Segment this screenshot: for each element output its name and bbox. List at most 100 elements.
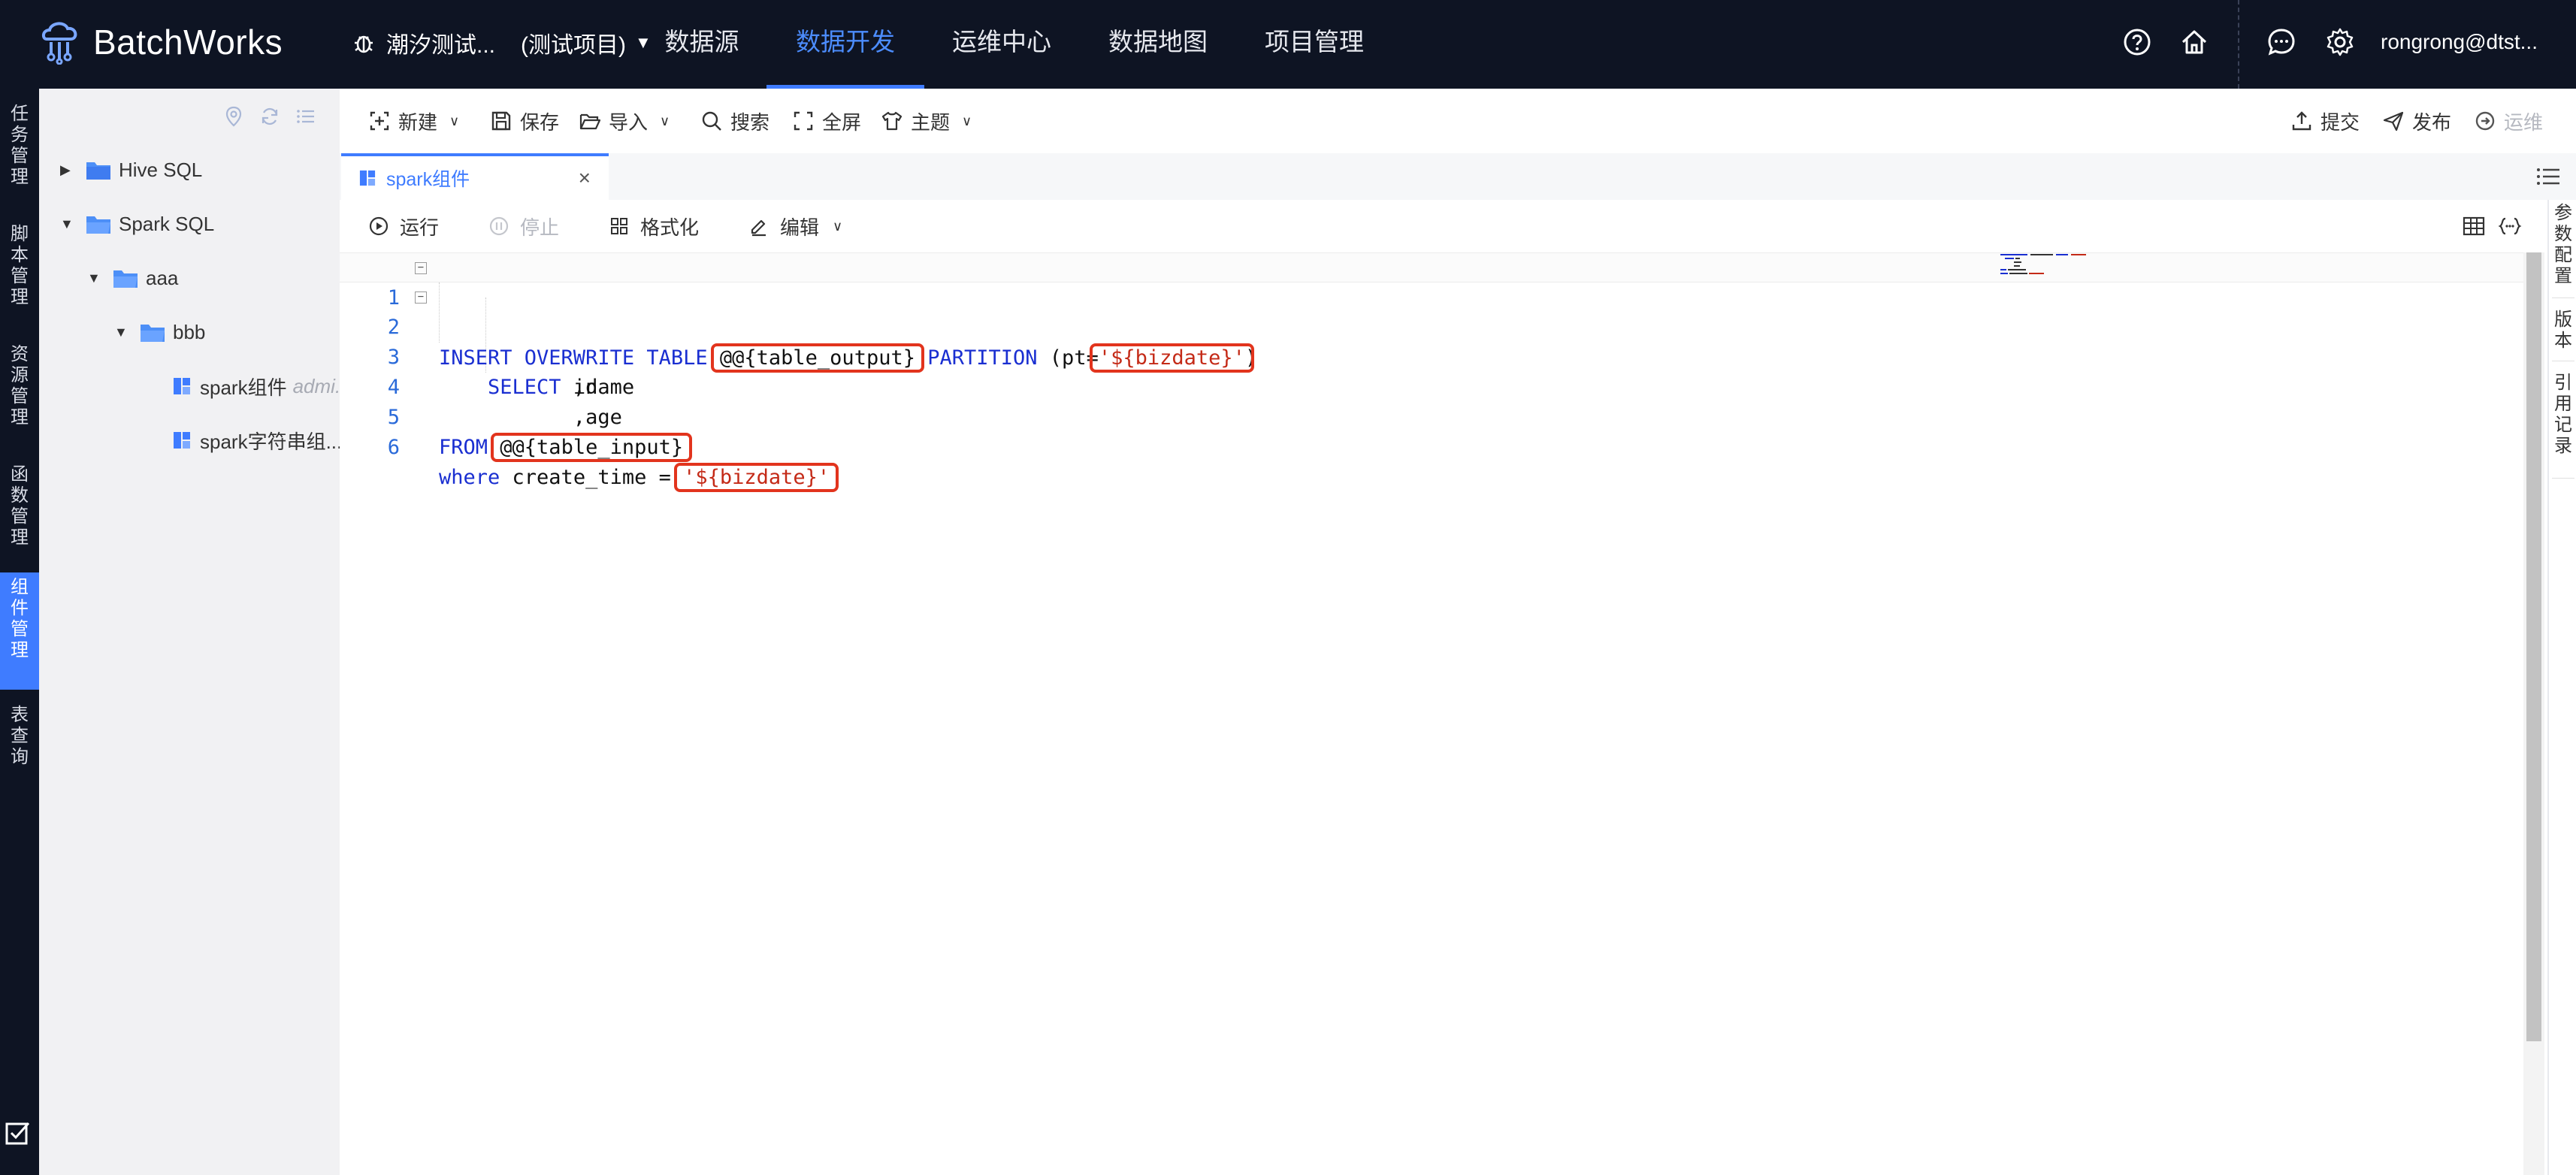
rail-script-management[interactable]: 脚本管理 [0,219,39,313]
code-braces-icon[interactable] [2498,215,2522,237]
message-icon[interactable] [2266,27,2296,57]
fullscreen-button[interactable]: 全屏 [792,89,861,153]
code-line-2[interactable]: 2 − SELECT id [340,282,2523,399]
import-label: 导入 [609,110,649,134]
caret-down-icon[interactable]: ▼ [87,270,102,286]
tree-folder-spark-sql[interactable]: ▼ Spark SQL [60,201,214,246]
table-icon[interactable] [2462,215,2486,237]
code-line-1[interactable]: 1 − INSERT OVERWRITE TABLE @@{table_outp… [340,252,2523,370]
search-button[interactable]: 搜索 [700,89,769,153]
highlight-box [710,343,924,373]
import-button[interactable]: 导入 ∨ [579,89,670,153]
caret-down-icon[interactable]: ▼ [60,216,75,232]
code-line-3[interactable]: 3 ,name [340,313,2523,399]
nav-data-development[interactable]: 数据开发 [766,0,924,89]
nav-datasource[interactable]: 数据源 [652,0,751,89]
tree-component-spark[interactable]: spark组件 admi... [173,364,352,409]
locate-icon[interactable] [222,105,245,128]
help-icon[interactable] [2122,27,2152,57]
code-keyword: where [439,466,500,489]
code-line-4[interactable]: 4 ,age [340,343,2523,429]
code-line-6[interactable]: 6 where create_time = '${bizdate}' [340,403,2523,489]
rail-char: 函 [11,464,29,485]
rail-resource-management[interactable]: 资源管理 [0,340,39,433]
side-tab-parameters[interactable]: 参数配置 [2549,203,2576,287]
code-minimap[interactable] [2000,252,2100,282]
rail-char: 脚 [11,224,29,244]
caret-down-icon[interactable]: ▼ [114,325,129,340]
rail-char: 任 [11,104,29,124]
stop-button[interactable]: 停止 [488,200,559,252]
submit-button[interactable]: 提交 [2290,89,2360,153]
theme-button[interactable]: 主题 ∨ [881,89,972,153]
left-rail: 任务管理 脚本管理 资源管理 函数管理 组件管理 表查询 [0,89,39,1175]
search-icon [702,111,721,131]
divider [2238,0,2239,89]
user-account[interactable]: rongrong@dtst... [2381,0,2538,84]
side-tab-versions[interactable]: 版本 [2549,310,2576,352]
home-icon[interactable] [2179,27,2209,57]
edit-button[interactable]: 编辑 ∨ [748,200,842,252]
rail-char: 源 [11,365,29,385]
add-icon [370,111,389,131]
rail-char: 理 [11,640,29,660]
project-name: 潮汐测试... [386,33,496,58]
tree-tools [222,105,317,128]
rail-component-management[interactable]: 组件管理 [0,572,39,690]
close-icon[interactable]: × [579,166,591,190]
scrollbar-thumb[interactable] [2526,252,2541,1041]
project-selector[interactable]: 潮汐测试... (测试项目) ▼ [352,0,652,86]
tree-component-spark-string[interactable]: spark字符串组... [173,418,342,463]
rail-table-query[interactable]: 表查询 [0,700,39,772]
rail-char: 本 [11,245,29,265]
tree-item-label: Hive SQL [119,158,203,181]
highlight-box [491,433,693,462]
save-icon [491,111,511,131]
code-editor[interactable]: 1 − INSERT OVERWRITE TABLE @@{table_outp… [340,252,2523,1175]
rail-function-management[interactable]: 函数管理 [0,460,39,553]
rail-char: 理 [11,167,29,187]
list-icon[interactable] [295,105,317,128]
nav-ops-center[interactable]: 运维中心 [939,0,1064,89]
tree-folder-bbb[interactable]: ▼ bbb [114,310,205,355]
top-bar: BatchWorks 潮汐测试... (测试项目) ▼ 数据源 数据开发 运维中… [0,0,2576,89]
folder-open-icon [141,325,165,342]
tree-folder-aaa[interactable]: ▼ aaa [87,255,178,301]
tab-spark-component[interactable]: spark组件 × [341,153,609,200]
grid-icon [611,218,627,234]
run-button[interactable]: 运行 [368,200,439,252]
side-char: 版 [2554,310,2572,330]
upload-icon [2292,111,2311,131]
fold-toggle-icon[interactable]: − [415,291,427,304]
fold-toggle-icon[interactable]: − [415,262,427,274]
edit-label: 编辑 [780,216,820,239]
highlight-box [1089,343,1254,373]
caret-right-icon[interactable]: ▶ [60,162,75,178]
format-button[interactable]: 格式化 [609,200,699,252]
tree-folder-hive-sql[interactable]: ▶ Hive SQL [60,147,202,192]
list-icon[interactable] [2535,165,2561,188]
nav-data-map[interactable]: 数据地图 [1096,0,1220,89]
batchworks-logo-icon [41,22,77,65]
code-line-5[interactable]: 5 FROM @@{table_input} [340,373,2523,459]
editor-actions: 运行 停止 格式化 编辑 ∨ [340,200,2549,252]
rail-task-management[interactable]: 任务管理 [0,99,39,192]
brand[interactable]: BatchWorks [39,20,283,65]
rail-char: 查 [11,726,29,746]
nav-project-management[interactable]: 项目管理 [1252,0,1377,89]
gear-icon[interactable] [2325,27,2355,57]
vertical-scrollbar[interactable] [2523,252,2544,1175]
format-label: 格式化 [640,216,700,239]
ops-button[interactable]: 运维 [2474,89,2543,153]
side-tab-references[interactable]: 引用记录 [2549,373,2576,457]
highlight-box [674,463,839,492]
save-label: 保存 [520,110,560,134]
publish-button[interactable]: 发布 [2382,89,2451,153]
refresh-icon[interactable] [259,105,281,128]
checkbox-icon[interactable] [5,1119,32,1146]
fullscreen-label: 全屏 [822,110,862,134]
save-button[interactable]: 保存 [490,89,559,153]
new-button[interactable]: 新建 ∨ [368,89,459,153]
fullscreen-icon [794,111,813,131]
tree-item-label: aaa [146,266,179,289]
